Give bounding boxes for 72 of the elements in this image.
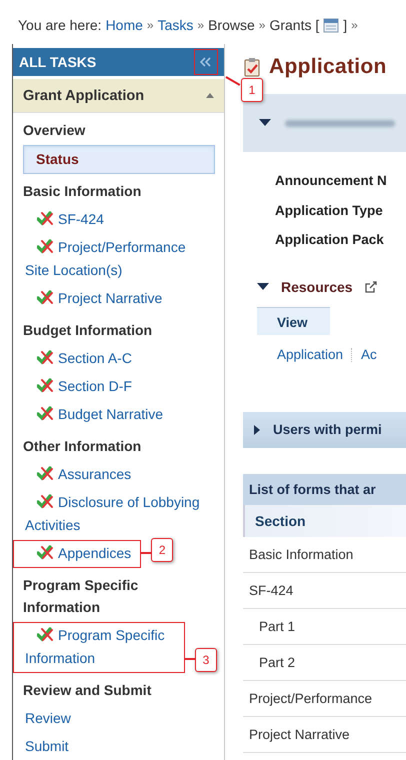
task-link[interactable]: Project Narrative [13, 285, 210, 313]
task-link[interactable]: Appendices [13, 540, 142, 568]
task-link[interactable]: Section D-F [13, 373, 210, 401]
clipboard-icon [243, 57, 261, 77]
group-heading: Program Specific Information [23, 576, 140, 617]
table-caption: List of forms that ar [243, 474, 406, 504]
panel-title: Users with permi [273, 422, 382, 437]
table-cell: Project/Performance [243, 680, 406, 716]
tab[interactable]: View [257, 306, 330, 334]
external-link-icon[interactable] [364, 280, 377, 292]
sidebar-title: ALL TASKS [19, 54, 96, 70]
task-link[interactable]: Program Specific Information [13, 622, 185, 673]
check-cross-icon [37, 627, 54, 642]
breadcrumb-text: Browse [208, 17, 255, 33]
group-heading: Other Information [23, 437, 142, 456]
task-link[interactable]: Assurances [13, 461, 210, 489]
task-link[interactable]: Disclosure of Lobbying Activities [13, 489, 210, 540]
table-cell: Basic Information [243, 536, 406, 572]
section-header[interactable]: Grant Application [13, 79, 224, 113]
check-cross-icon [37, 494, 54, 509]
caret-icon[interactable] [257, 282, 269, 292]
breadcrumb-label: You are here: [18, 17, 102, 33]
task-link[interactable]: SF-424 [13, 206, 210, 234]
table-cell: SF-424 [243, 572, 406, 608]
check-cross-icon [37, 239, 54, 254]
check-cross-icon [37, 211, 54, 226]
section-title: Grant Application [23, 88, 144, 104]
task-link[interactable]: Review [13, 705, 210, 733]
collapse-button[interactable] [194, 49, 218, 75]
field-label: Application Type [275, 202, 384, 220]
table-cell: Project Narrative [243, 716, 406, 752]
check-cross-icon [37, 290, 54, 305]
group-heading: Basic Information [23, 182, 142, 201]
section-title: Resources [281, 278, 353, 294]
check-cross-icon [37, 350, 54, 365]
breadcrumb-text: Grants [ [269, 17, 320, 33]
check-cross-icon [37, 545, 54, 560]
calendar-icon[interactable] [323, 17, 340, 33]
resource-link[interactable]: Application [277, 347, 344, 362]
group-heading: Budget Information [23, 321, 154, 340]
group-heading: Overview [23, 121, 86, 140]
breadcrumb-link[interactable]: Tasks [158, 17, 194, 33]
field-label: Announcement N [275, 172, 388, 190]
field-label: Application Pack [275, 231, 385, 249]
check-cross-icon [37, 406, 54, 421]
task-link[interactable]: Submit [13, 733, 210, 760]
column-header: Section [243, 504, 406, 536]
breadcrumb-separator: » [351, 18, 358, 32]
task-link[interactable]: Section A-C [13, 345, 210, 373]
leader-line [185, 658, 195, 660]
callout-number: 3 [195, 648, 217, 672]
table-cell: Part 2 [243, 644, 406, 680]
task-link[interactable]: Status [23, 145, 215, 174]
breadcrumb-text: ] [343, 17, 348, 33]
breadcrumb-separator: » [258, 18, 266, 32]
callout-number: 2 [151, 538, 174, 562]
check-cross-icon [37, 378, 54, 393]
task-link[interactable]: Budget Narrative [13, 401, 210, 429]
double-chevron-icon [200, 57, 212, 67]
users-panel[interactable]: Users with permi [243, 412, 406, 448]
leader-line [141, 552, 152, 554]
callout-number: 1 [241, 78, 263, 102]
breadcrumb-separator: » [197, 18, 204, 32]
group-heading: Review and Submit [23, 681, 152, 700]
task-link[interactable]: Project/Performance Site Location(s) [13, 234, 210, 285]
check-cross-icon [37, 466, 54, 481]
breadcrumb-separator: » [146, 18, 154, 32]
resource-link[interactable]: Ac [361, 347, 377, 362]
page-title: Application [269, 55, 387, 79]
caret-icon[interactable] [259, 118, 271, 128]
breadcrumb-link[interactable]: Home [106, 17, 143, 33]
table-cell: Part 1 [243, 608, 406, 644]
